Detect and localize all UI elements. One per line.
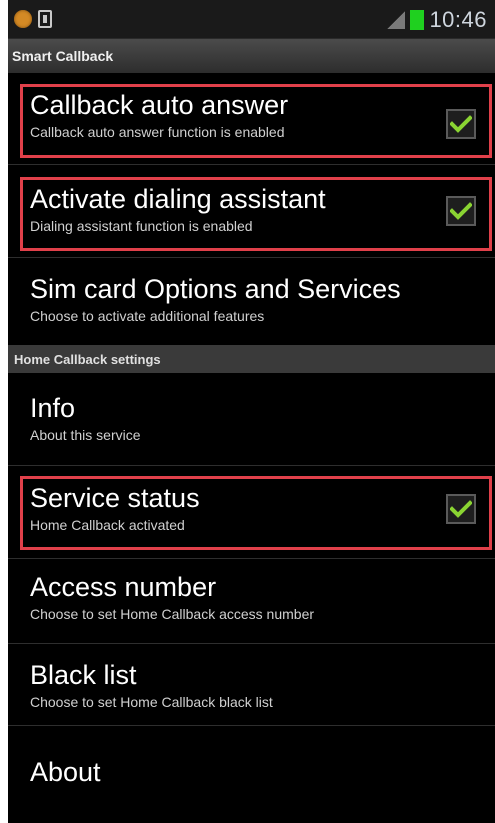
checkmark-icon <box>450 202 472 220</box>
setting-activate-dialing-assistant[interactable]: Activate dialing assistant Dialing assis… <box>8 184 495 234</box>
battery-icon <box>38 10 52 28</box>
setting-service-status[interactable]: Service status Home Callback activated <box>8 483 495 533</box>
setting-info[interactable]: Info About this service <box>8 393 495 443</box>
setting-title: Info <box>30 393 76 423</box>
setting-subtitle: Choose to set Home Callback black list <box>30 694 273 710</box>
status-bar: 10:46 <box>8 0 495 39</box>
app-title: Smart Callback <box>8 39 495 73</box>
setting-sim-card-options[interactable]: Sim card Options and Services Choose to … <box>8 274 495 324</box>
setting-title: Service status <box>30 483 200 513</box>
setting-title: About <box>30 757 101 787</box>
setting-subtitle: Dialing assistant function is enabled <box>30 218 253 234</box>
divider <box>8 164 495 165</box>
setting-subtitle: Choose to activate additional features <box>30 308 265 324</box>
divider <box>8 725 495 726</box>
status-bar-right: 10:46 <box>387 7 487 33</box>
callback-auto-answer-checkbox[interactable] <box>446 109 476 139</box>
dialing-assistant-checkbox[interactable] <box>446 196 476 226</box>
status-bar-left <box>14 10 52 28</box>
notification-dot-icon <box>14 10 32 28</box>
phone-screen: 10:46 Smart Callback Callback auto answe… <box>8 0 495 823</box>
setting-callback-auto-answer[interactable]: Callback auto answer Callback auto answe… <box>8 90 495 140</box>
battery-level-icon <box>410 10 425 30</box>
setting-title: Activate dialing assistant <box>30 184 326 214</box>
divider <box>8 558 495 559</box>
section-header: Home Callback settings <box>8 345 495 373</box>
setting-title: Callback auto answer <box>30 90 289 120</box>
setting-subtitle: Choose to set Home Callback access numbe… <box>30 606 315 622</box>
divider <box>8 257 495 258</box>
setting-about[interactable]: About <box>8 757 495 787</box>
signal-icon <box>387 11 406 29</box>
divider <box>8 465 495 466</box>
checkmark-icon <box>450 500 472 518</box>
clock: 10:46 <box>429 7 487 32</box>
setting-subtitle: Home Callback activated <box>30 517 185 533</box>
setting-black-list[interactable]: Black list Choose to set Home Callback b… <box>8 660 495 710</box>
setting-title: Black list <box>30 660 137 690</box>
divider <box>8 643 495 644</box>
setting-subtitle: Callback auto answer function is enabled <box>30 124 285 140</box>
checkmark-icon <box>450 115 472 133</box>
setting-title: Sim card Options and Services <box>30 274 401 304</box>
service-status-checkbox[interactable] <box>446 494 476 524</box>
setting-subtitle: About this service <box>30 427 141 443</box>
setting-title: Access number <box>30 572 217 602</box>
setting-access-number[interactable]: Access number Choose to set Home Callbac… <box>8 572 495 622</box>
